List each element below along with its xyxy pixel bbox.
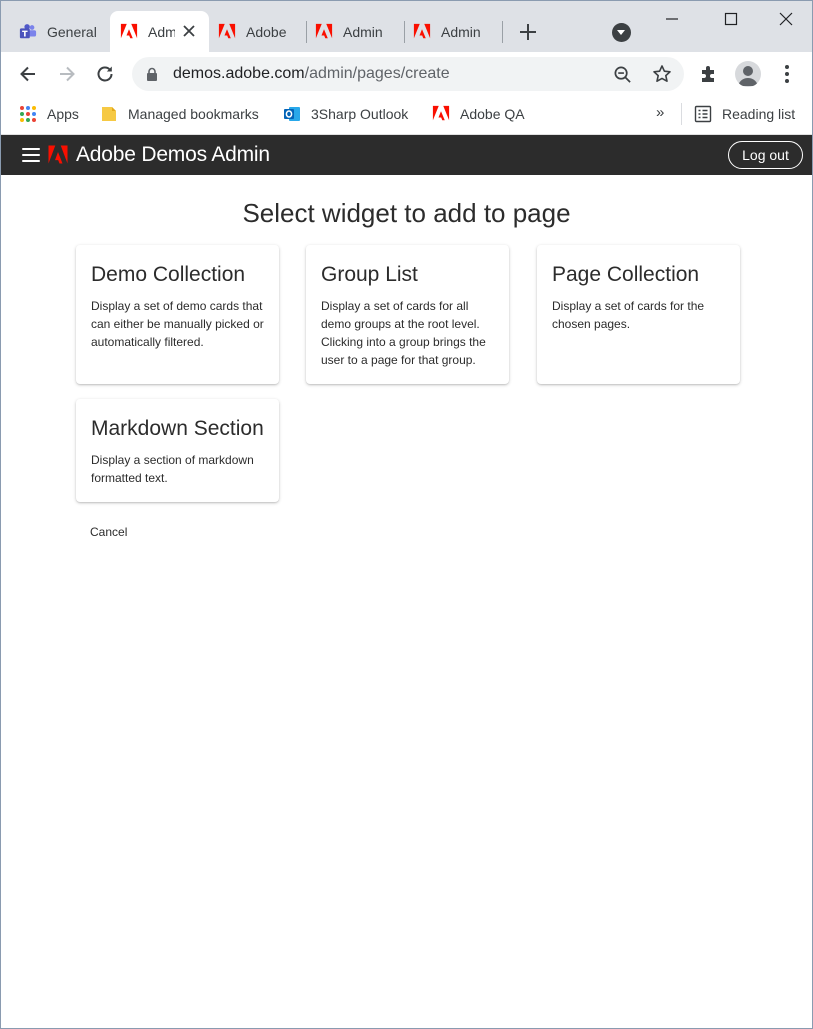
lock-icon[interactable]	[145, 67, 159, 81]
tab-adobe[interactable]: Adobe	[208, 11, 300, 52]
bookmark-label: Managed bookmarks	[128, 106, 259, 122]
bookmarks-overflow-button[interactable]: »	[656, 104, 664, 121]
tab-label: Adobe	[246, 23, 287, 40]
close-icon[interactable]	[181, 23, 197, 39]
widget-title: Demo Collection	[91, 263, 246, 286]
tab-strip: General Admin Adobe	[1, 1, 812, 52]
tab-label: Admin	[343, 23, 383, 40]
address-bar[interactable]: demos.adobe.com/admin/pages/create	[132, 57, 684, 91]
bookmark-star-icon[interactable]	[652, 64, 672, 84]
back-icon[interactable]	[17, 63, 39, 85]
widget-description: Display a section of markdown formatted …	[91, 453, 254, 485]
new-tab-icon[interactable]	[518, 22, 538, 42]
tab-label: General	[47, 23, 97, 40]
adobe-icon	[413, 23, 431, 38]
widget-card-page-collection[interactable]: Page Collection Display a set of cards f…	[537, 245, 740, 384]
extensions-puzzle-icon[interactable]	[698, 63, 720, 85]
forward-icon[interactable]	[56, 63, 78, 85]
tab-divider	[502, 21, 503, 43]
bookmark-label: Adobe QA	[460, 106, 525, 122]
adobe-icon	[315, 23, 333, 38]
app-header: Adobe Demos Admin Log out	[1, 135, 812, 175]
outlook-icon	[284, 107, 300, 121]
widget-card-demo-collection[interactable]: Demo Collection Display a set of demo ca…	[76, 245, 279, 384]
reading-list-button[interactable]: Reading list	[694, 104, 795, 124]
bookmark-outlook[interactable]: 3Sharp Outlook	[283, 104, 408, 124]
widget-title: Markdown Section	[91, 417, 264, 440]
widget-description: Display a set of cards for all demo grou…	[321, 299, 486, 367]
tab-admin[interactable]: Admin	[403, 11, 501, 52]
tab-label: Admin	[148, 23, 175, 40]
logout-button[interactable]: Log out	[728, 141, 803, 169]
teams-icon	[19, 23, 37, 38]
reload-icon[interactable]	[94, 63, 116, 85]
bookmarks-divider	[681, 103, 682, 125]
adobe-icon	[120, 23, 138, 38]
adobe-icon	[218, 23, 236, 38]
window-close-icon[interactable]	[776, 9, 796, 29]
tab-general[interactable]: General	[9, 11, 107, 52]
bookmark-apps[interactable]: Apps	[19, 104, 79, 124]
bookmark-label: 3Sharp Outlook	[311, 106, 409, 122]
page-title: Select widget to add to page	[242, 198, 571, 228]
browser-window: General Admin Adobe	[0, 0, 813, 1029]
tab-search-icon[interactable]	[612, 23, 631, 42]
folder-icon	[102, 107, 116, 121]
widget-description: Display a set of cards for the chosen pa…	[552, 299, 705, 331]
browser-menu-icon[interactable]	[777, 63, 797, 85]
bookmark-label: Apps	[47, 106, 79, 122]
tab-label: Admin	[441, 23, 481, 40]
app-title: Adobe Demos Admin	[76, 143, 270, 166]
widget-description: Display a set of demo cards that can eit…	[91, 299, 264, 349]
tab-admin-active[interactable]: Admin	[110, 11, 209, 52]
adobe-icon	[432, 105, 450, 121]
minimize-icon[interactable]	[662, 9, 682, 29]
adobe-logo	[48, 145, 68, 164]
widget-title: Page Collection	[552, 263, 700, 286]
widget-card-markdown-section[interactable]: Markdown Section Display a section of ma…	[76, 399, 279, 502]
hamburger-menu-icon[interactable]	[22, 148, 40, 162]
person-icon	[738, 66, 758, 86]
url-text: demos.adobe.com/admin/pages/create	[173, 65, 450, 83]
maximize-icon[interactable]	[721, 9, 741, 29]
apps-grid-icon	[20, 106, 36, 122]
bookmarks-bar: Apps Managed bookmarks 3Sharp Outlook Ad…	[1, 96, 812, 135]
reading-list-icon	[694, 105, 712, 123]
profile-avatar[interactable]	[735, 61, 761, 87]
url-host: demos.adobe.com	[173, 65, 305, 82]
bookmark-adobe-qa[interactable]: Adobe QA	[432, 104, 525, 124]
zoom-icon[interactable]	[613, 65, 632, 84]
url-path: /admin/pages/create	[304, 65, 450, 82]
widget-card-group-list[interactable]: Group List Display a set of cards for al…	[306, 245, 509, 384]
browser-toolbar: demos.adobe.com/admin/pages/create	[1, 52, 812, 96]
tab-admin[interactable]: Admin	[305, 11, 403, 52]
reading-list-label: Reading list	[722, 106, 796, 122]
bookmark-managed[interactable]: Managed bookmarks	[100, 104, 259, 124]
widget-title: Group List	[321, 263, 418, 286]
cancel-link[interactable]: Cancel	[90, 525, 127, 539]
